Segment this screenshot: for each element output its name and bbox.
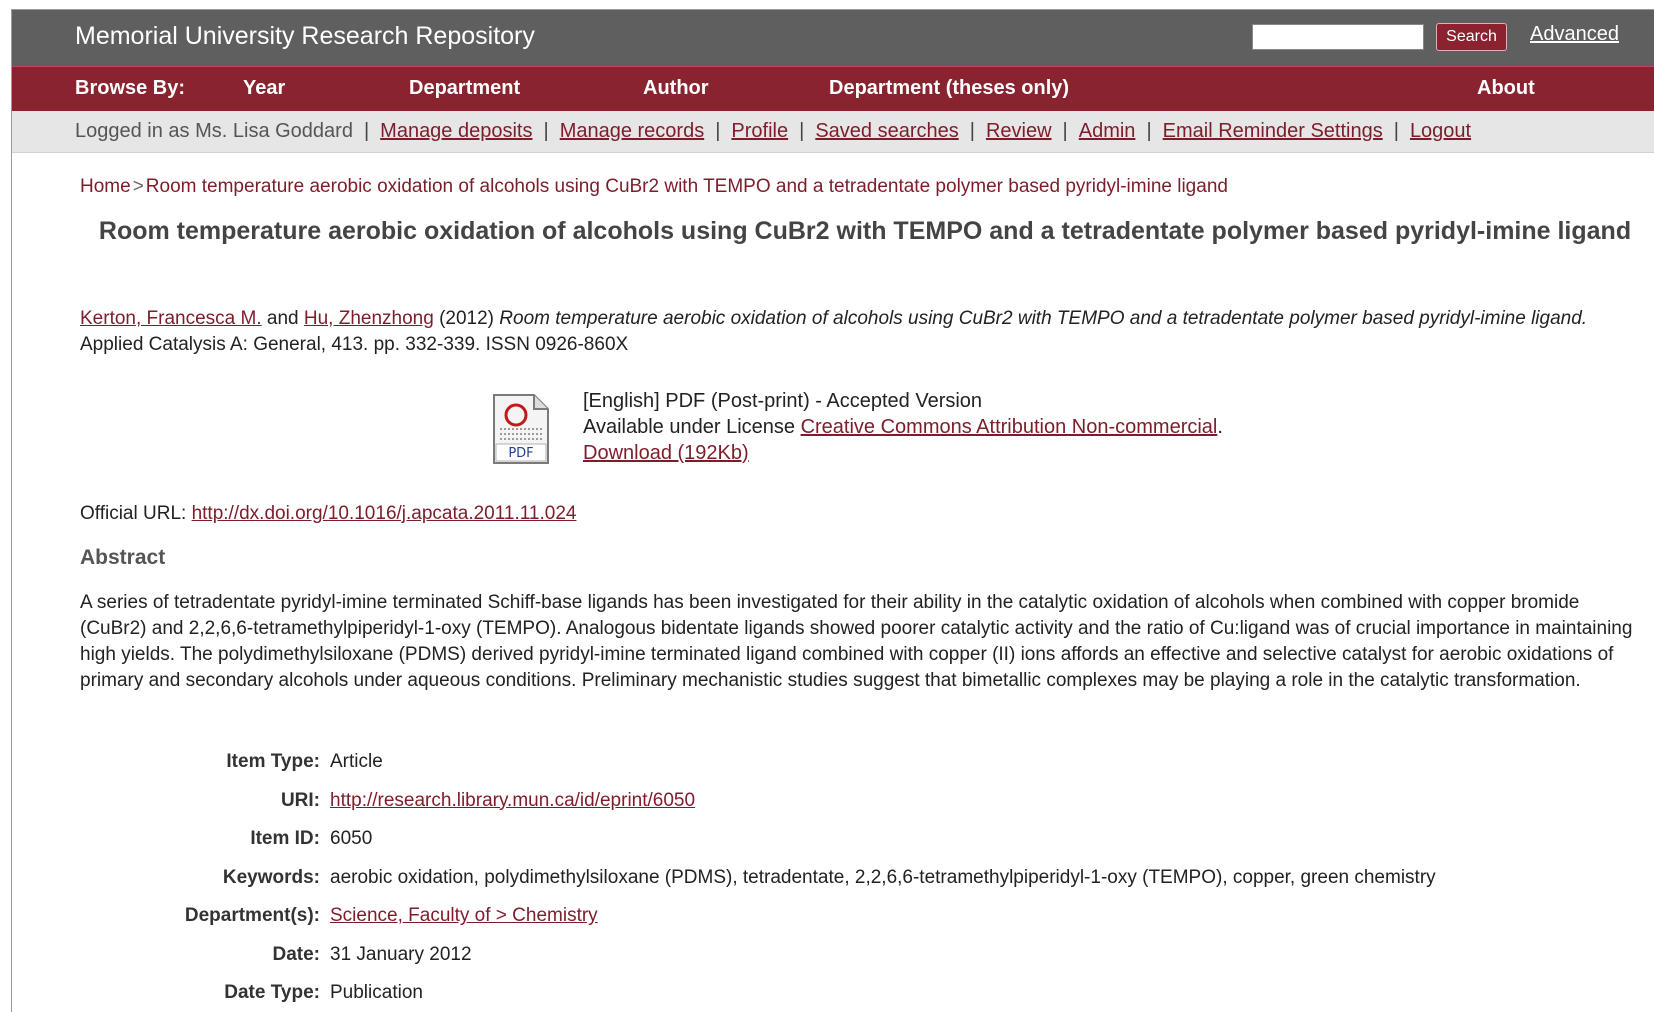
email-reminder-settings-link[interactable]: Email Reminder Settings	[1163, 120, 1383, 143]
about-link[interactable]: About	[1477, 77, 1535, 100]
table-row: URI: http://research.library.mun.ca/id/ep…	[280, 789, 696, 811]
department-link[interactable]: Science, Faculty of > Chemistry	[330, 905, 598, 926]
page-title: Room temperature aerobic oxidation of al…	[98, 217, 1632, 245]
manage-records-link[interactable]: Manage records	[560, 120, 705, 143]
author-link-hu[interactable]: Hu, Zhenzhong	[304, 308, 434, 329]
manage-deposits-link[interactable]: Manage deposits	[380, 120, 532, 143]
browse-author[interactable]: Author	[643, 77, 709, 100]
table-row: Item ID: 6050	[80, 820, 1436, 859]
author-link-kerton[interactable]: Kerton, Francesca M.	[80, 308, 262, 329]
breadcrumb-current: Room temperature aerobic oxidation of al…	[145, 176, 1228, 197]
official-url-link[interactable]: http://dx.doi.org/10.1016/j.apcata.2011.…	[192, 503, 577, 524]
table-row: Date Type: Publication	[80, 974, 1436, 1012]
official-url: Official URL: http://dx.doi.org/10.1016/…	[80, 503, 577, 524]
browser-page: Memorial University Research Repository …	[11, 9, 1654, 1012]
uri-link[interactable]: http://research.library.mun.ca/id/eprint…	[330, 790, 695, 811]
metadata-table: Item Type: Article URI: http://research.li…	[80, 743, 1436, 1012]
browse-department[interactable]: Department	[409, 77, 520, 100]
date-type-value: Publication	[330, 982, 423, 1004]
license-link[interactable]: Creative Commons Attribution Non-commerc…	[801, 416, 1218, 438]
download-link[interactable]: Download (192Kb)	[583, 442, 749, 464]
abstract-heading: Abstract	[80, 546, 166, 569]
document-format: [English] PDF (Post-print) - Accepted Ve…	[583, 390, 983, 412]
svg-text:PDF: PDF	[508, 446, 533, 461]
abstract-text: A series of tetradentate pyridyl-imine t…	[80, 592, 1633, 691]
review-link[interactable]: Review	[986, 120, 1052, 143]
item-type-value: Article	[330, 751, 383, 773]
browse-bar: Browse By: Year Department Author Depart…	[12, 66, 1654, 111]
search-button[interactable]: Search	[1436, 23, 1507, 51]
browse-department-theses[interactable]: Department (theses only)	[829, 77, 1069, 100]
profile-link[interactable]: Profile	[731, 120, 788, 143]
table-row: Keywords: aerobic oxidation, polydimethyl…	[80, 859, 1436, 898]
browse-year[interactable]: Year	[243, 77, 285, 100]
table-row: Item Type: Article	[80, 743, 1436, 782]
item-id-value: 6050	[330, 828, 373, 850]
advanced-search-link[interactable]: Advanced	[1530, 23, 1619, 46]
keywords-value: aerobic oxidation, polydimethylsiloxane …	[330, 866, 1436, 888]
date-value: 31 January 2012	[330, 943, 472, 965]
breadcrumb-home[interactable]: Home	[80, 176, 131, 197]
breadcrumb: Home > Room temperature aerobic oxidation …	[80, 176, 1228, 197]
user-bar: Logged in as Ms. Lisa Goddard | Manage d…	[12, 111, 1654, 153]
pdf-file-icon[interactable]: PDF	[492, 393, 550, 465]
table-row: Date: 31 January 2012	[80, 936, 1436, 975]
browse-label: Browse By:	[75, 77, 186, 99]
citation: Kerton, Francesca M. and Hu, Zhenzhong (…	[80, 308, 1588, 355]
site-title[interactable]: Memorial University Research Repository	[75, 22, 535, 51]
table-row: Department(s): Science, Faculty of > Chem…	[184, 905, 598, 927]
logged-in-status: Logged in as Ms. Lisa Goddard	[75, 120, 353, 142]
search-input[interactable]	[1252, 24, 1424, 50]
saved-searches-link[interactable]: Saved searches	[815, 120, 958, 143]
top-header: Memorial University Research Repository …	[12, 10, 1654, 66]
logout-link[interactable]: Logout	[1410, 120, 1471, 143]
admin-link[interactable]: Admin	[1079, 120, 1136, 143]
citation-title: Room temperature aerobic oxidation of al…	[499, 308, 1588, 329]
